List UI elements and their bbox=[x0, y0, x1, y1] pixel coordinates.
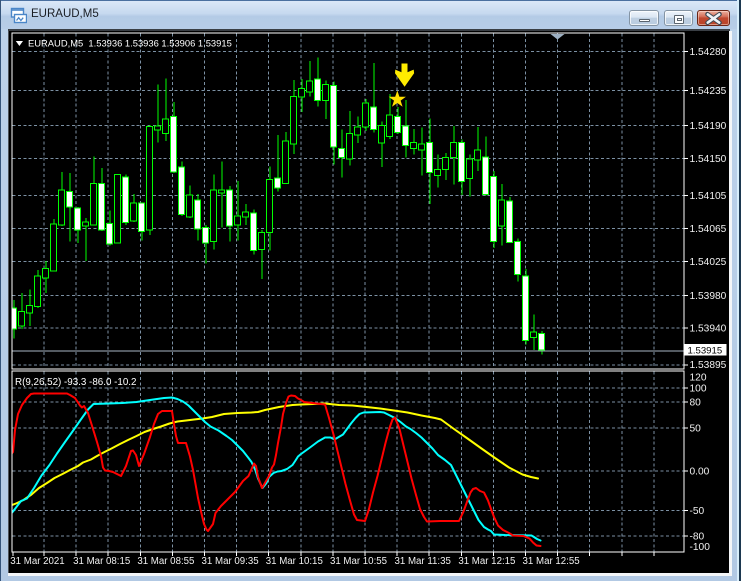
svg-text:100: 100 bbox=[690, 383, 707, 394]
svg-text:80: 80 bbox=[690, 397, 702, 408]
svg-text:31 Mar 12:15: 31 Mar 12:15 bbox=[458, 556, 515, 567]
svg-text:1.54150: 1.54150 bbox=[690, 154, 727, 165]
svg-text:1.53940: 1.53940 bbox=[690, 324, 727, 335]
svg-text:EURAUD,M5 1.53936 1.53936 1.5: EURAUD,M5 1.53936 1.53936 1.53906 1.5391… bbox=[28, 38, 232, 49]
svg-text:1.53895: 1.53895 bbox=[690, 360, 727, 371]
svg-text:1.53915: 1.53915 bbox=[688, 346, 723, 357]
svg-text:1.54025: 1.54025 bbox=[690, 257, 727, 268]
svg-text:31 Mar 08:15: 31 Mar 08:15 bbox=[73, 556, 130, 567]
svg-text:31 Mar 09:35: 31 Mar 09:35 bbox=[202, 556, 259, 567]
svg-text:-80: -80 bbox=[690, 531, 705, 542]
svg-text:-100: -100 bbox=[690, 542, 711, 553]
svg-text:1.54280: 1.54280 bbox=[690, 47, 727, 58]
svg-text:1.54235: 1.54235 bbox=[690, 86, 727, 97]
svg-text:1.54105: 1.54105 bbox=[690, 191, 727, 202]
svg-text:R(9,26,52) -93.3 -86.0 -10.2: R(9,26,52) -93.3 -86.0 -10.2 bbox=[15, 377, 136, 388]
svg-text:31 Mar 10:15: 31 Mar 10:15 bbox=[266, 556, 323, 567]
svg-text:1.53980: 1.53980 bbox=[690, 291, 727, 302]
svg-text:1.54190: 1.54190 bbox=[690, 121, 727, 132]
svg-text:50: 50 bbox=[690, 423, 702, 434]
svg-text:31 Mar 10:55: 31 Mar 10:55 bbox=[330, 556, 387, 567]
svg-text:120: 120 bbox=[690, 372, 707, 383]
svg-text:1.54065: 1.54065 bbox=[690, 224, 727, 235]
svg-text:31 Mar 11:35: 31 Mar 11:35 bbox=[395, 556, 451, 567]
svg-text:31 Mar 12:55: 31 Mar 12:55 bbox=[523, 556, 580, 567]
svg-text:-50: -50 bbox=[690, 506, 705, 517]
svg-text:0.00: 0.00 bbox=[690, 467, 710, 478]
svg-text:31 Mar 2021: 31 Mar 2021 bbox=[10, 556, 64, 567]
svg-text:31 Mar 08:55: 31 Mar 08:55 bbox=[137, 556, 194, 567]
